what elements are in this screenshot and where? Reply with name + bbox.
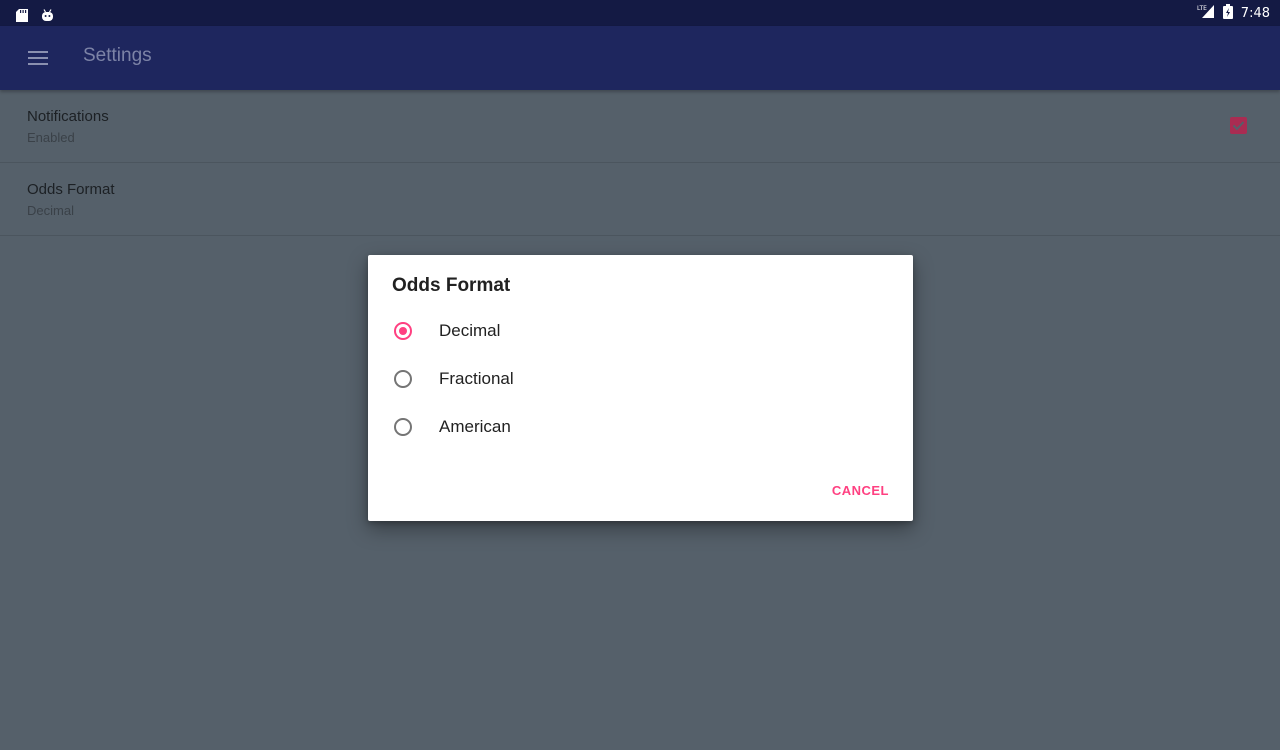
hamburger-menu-icon[interactable]	[28, 49, 50, 67]
network-type-label: LTE	[1197, 5, 1207, 12]
status-bar: LTE 7:48	[0, 0, 1280, 26]
radio-button-selected[interactable]	[394, 322, 412, 340]
radio-button[interactable]	[394, 370, 412, 388]
preference-summary: Enabled	[27, 130, 75, 145]
odds-format-dialog: Odds Format Decimal Fractional American …	[368, 255, 913, 521]
signal-icon: LTE	[1197, 4, 1215, 22]
option-label: Decimal	[439, 321, 501, 340]
app-bar: Settings	[0, 26, 1280, 90]
preference-notifications[interactable]: Notifications Enabled	[0, 90, 1280, 163]
notifications-checkbox[interactable]	[1230, 117, 1247, 134]
option-fractional[interactable]: Fractional	[392, 365, 889, 397]
clock: 7:48	[1240, 5, 1270, 21]
dialog-title: Odds Format	[392, 275, 511, 296]
status-right-group: LTE 7:48	[1197, 3, 1270, 23]
preference-title: Odds Format	[27, 181, 115, 198]
preference-summary: Decimal	[27, 203, 74, 218]
option-label: Fractional	[439, 369, 514, 388]
option-american[interactable]: American	[392, 413, 889, 445]
battery-icon	[1222, 3, 1233, 23]
preference-odds-format[interactable]: Odds Format Decimal	[0, 163, 1280, 236]
option-label: American	[439, 417, 511, 436]
preference-title: Notifications	[27, 108, 109, 125]
sd-card-icon	[16, 7, 28, 22]
android-robot-icon	[41, 7, 54, 21]
preference-list: Notifications Enabled Odds Format Decima…	[0, 90, 1280, 236]
screen: LTE 7:48 Settings Notifications Enabled …	[0, 0, 1280, 750]
page-title: Settings	[83, 45, 152, 66]
radio-button[interactable]	[394, 418, 412, 436]
cancel-button[interactable]: CANCEL	[832, 483, 889, 498]
option-decimal[interactable]: Decimal	[392, 317, 889, 349]
check-icon	[1232, 121, 1245, 131]
